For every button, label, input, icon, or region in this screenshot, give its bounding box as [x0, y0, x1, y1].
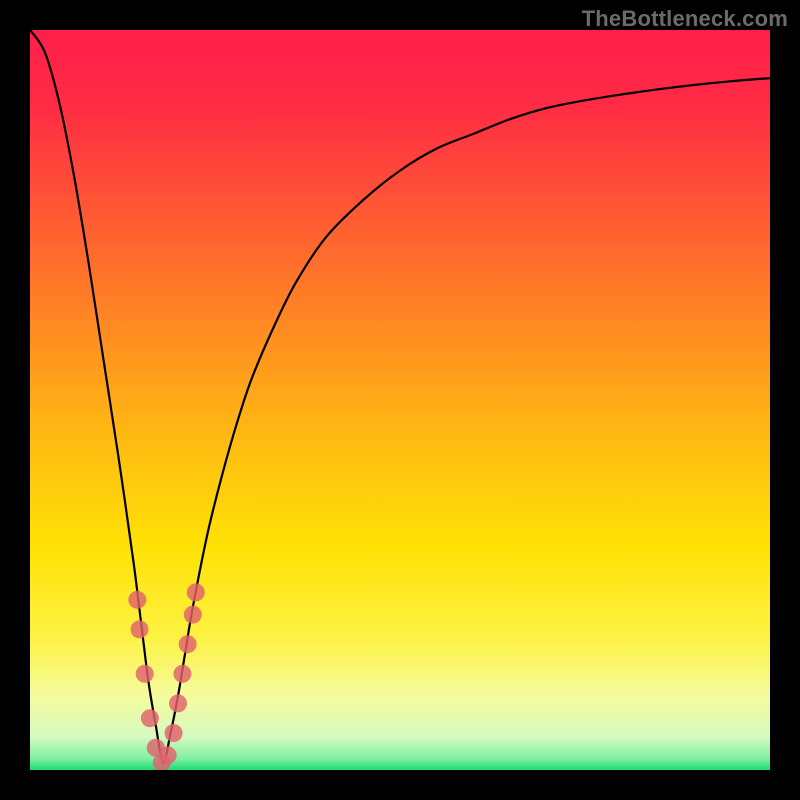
marker-dot	[165, 724, 183, 742]
plot-area	[30, 30, 770, 770]
marker-dot	[128, 591, 146, 609]
watermark-text: TheBottleneck.com	[582, 6, 788, 32]
marker-dot	[179, 635, 197, 653]
marker-dot	[159, 746, 177, 764]
marker-dot	[184, 606, 202, 624]
marker-dot	[187, 583, 205, 601]
marker-dot	[136, 665, 154, 683]
chart-frame: TheBottleneck.com	[0, 0, 800, 800]
marker-dot	[131, 620, 149, 638]
marker-dot	[169, 694, 187, 712]
chart-svg	[30, 30, 770, 770]
gradient-background	[30, 30, 770, 770]
marker-dot	[141, 709, 159, 727]
marker-dot	[173, 665, 191, 683]
